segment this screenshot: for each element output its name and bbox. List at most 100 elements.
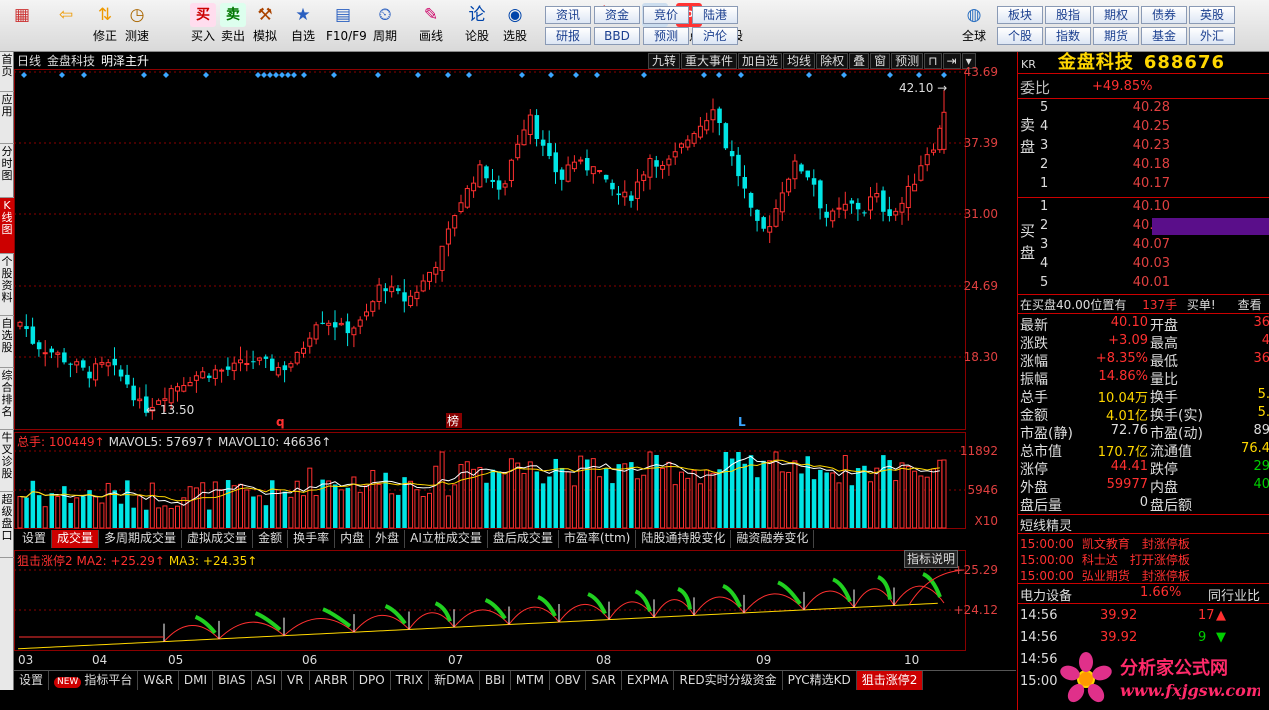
indicator-tab-0[interactable]: 设置 [17,530,53,548]
indicator-tab-1[interactable]: 成交量 [52,530,100,548]
indicator-tab-8[interactable]: AI立桩成交量 [405,530,488,548]
lock-icon[interactable]: ⊓ [924,53,942,69]
chart-top-button-3[interactable]: 均线 [783,53,816,69]
market-link-4[interactable]: 英股 [1189,6,1235,24]
bottom-tab-13[interactable]: OBV [550,671,587,690]
arrow-right-icon[interactable]: ⇥ [942,53,961,69]
toolbar-6-button[interactable]: ⚒ 模拟 [248,3,282,49]
market-link-0[interactable]: 个股 [997,27,1043,45]
ask-row[interactable]: 2 40.18 [1036,156,1269,174]
market-link-2[interactable]: 期货 [1093,27,1139,45]
indicator-tab-4[interactable]: 金额 [253,530,289,548]
quick-link-item[interactable]: 资金 [594,6,640,24]
bottom-tab-12[interactable]: MTM [511,671,550,690]
leftnav-item-8[interactable]: 超级盘口 [0,492,14,558]
bottom-tab-15[interactable]: EXPMA [622,671,675,690]
toolbar-10-button[interactable]: ✎ 画线 [414,3,448,49]
bid-row[interactable]: 4 40.03 [1036,255,1269,273]
market-link-1[interactable]: 股指 [1045,6,1091,24]
leftnav-item-3[interactable]: K线图 [0,198,14,254]
leftnav-item-5[interactable]: 自选股 [0,316,14,368]
chart-top-button-7[interactable]: 预测 [891,53,924,69]
bottom-tab-16[interactable]: RED实时分级资金 [674,671,783,690]
indicator-tab-6[interactable]: 内盘 [335,530,371,548]
bottom-tab-7[interactable]: ARBR [310,671,354,690]
chart-top-button-6[interactable]: 窗 [870,53,891,69]
indicator-tab-2[interactable]: 多周期成交量 [99,530,183,548]
chart-top-button-1[interactable]: 重大事件 [681,53,738,69]
sector-peer[interactable]: 同行业比 [1208,585,1260,604]
leftnav-item-7[interactable]: 牛叉诊股 [0,430,14,492]
indicator-help-button[interactable]: 指标说明 [904,550,958,568]
bottom-tab-18[interactable]: 狙击涨停2 [856,671,924,690]
market-link-2[interactable]: 期权 [1093,6,1139,24]
indicator-tab-12[interactable]: 融资融券变化 [731,530,815,548]
toolbar-4-button[interactable]: 买买入 [186,3,220,49]
position-view-link[interactable]: 查看 [1238,298,1262,312]
bottom-tab-5[interactable]: ASI [252,671,283,690]
ask-row[interactable]: 4 40.25 [1036,118,1269,136]
bottom-tab-8[interactable]: DPO [354,671,391,690]
quick-link-item[interactable]: 沪伦 [692,27,738,45]
chart-top-button-2[interactable]: 加自选 [738,53,783,69]
market-link-4[interactable]: 外汇 [1189,27,1235,45]
quick-link-item[interactable]: 研报 [545,27,591,45]
chart-top-button-4[interactable]: 除权 [816,53,849,69]
toolbar-5-button[interactable]: 卖卖出 [216,3,250,49]
market-link-0[interactable]: 板块 [997,6,1043,24]
ask-row[interactable]: 3 40.23 [1036,137,1269,155]
toolbar-11-button[interactable]: 论论股 [460,3,494,49]
quick-link-item[interactable]: 预测 [643,27,689,45]
bottom-tab-11[interactable]: BBI [480,671,511,690]
quick-link-item[interactable]: 陆港 [692,6,738,24]
toolbar-12-button[interactable]: ◉ 选股 [498,3,532,49]
kline-svg[interactable]: 42.10 → ← 13.50 q 榜 L [14,52,1016,690]
chart-top-button-5[interactable]: 叠 [849,53,870,69]
toolbar-7-button[interactable]: ★ 自选 [286,3,320,49]
toolbar-8-button[interactable]: ▤ F10/F9 [326,3,367,49]
bottom-tab-6[interactable]: VR [282,671,310,690]
indicator-tab-9[interactable]: 盘后成交量 [488,530,559,548]
bid-row[interactable]: 5 40.01 [1036,274,1269,292]
bid-row[interactable]: 1 40.10 [1036,198,1269,216]
global-button[interactable]: ◍ 全球 [955,3,993,49]
elf-row[interactable]: 15:00:00 弘业期货 封涨停板 [1020,567,1190,584]
leftnav-item-0[interactable]: 首页 [0,52,14,92]
indicator-tab-7[interactable]: 外盘 [370,530,406,548]
indicator-tab-3[interactable]: 虚拟成交量 [182,530,254,548]
grid-button[interactable]: ▦ [4,3,40,49]
elf-row[interactable]: 15:00:00 凯文教育 封涨停板 [1020,535,1190,552]
leftnav-item-6[interactable]: 综合排名 [0,368,14,430]
toolbar-3-button[interactable]: ◷ 测速 [120,3,154,49]
indicator-tab-11[interactable]: 陆股通持股变化 [636,530,732,548]
leftnav-item-1[interactable]: 应用 [0,92,14,144]
leftnav-item-2[interactable]: 分时图 [0,144,14,198]
elf-row[interactable]: 15:00:00 科士达 打开涨停板 [1020,551,1190,568]
bottom-tab-17[interactable]: PYC精选KD [783,671,857,690]
ask-row[interactable]: 5 40.28 [1036,99,1269,117]
quick-link-item[interactable]: 资讯 [545,6,591,24]
bottom-tab-3[interactable]: DMI [179,671,214,690]
ask-row[interactable]: 1 40.17 [1036,175,1269,193]
bid-row[interactable]: 3 40.07 [1036,236,1269,254]
market-link-1[interactable]: 指数 [1045,27,1091,45]
back-arrow-button[interactable]: ⇦ [48,3,84,49]
indicator-tab-5[interactable]: 换手率 [288,530,336,548]
bottom-tab-4[interactable]: BIAS [213,671,252,690]
kline-chart-area[interactable]: 42.10 → ← 13.50 q 榜 L 日线 金盘科技 明泽主升 九转 重大事件 加自选 均线… [14,52,1016,690]
chart-top-button-0[interactable]: 九转 [648,53,681,69]
leftnav-item-4[interactable]: 个股资料 [0,254,14,316]
bottom-tab-0[interactable]: 设置 [14,671,50,690]
bottom-tab-9[interactable]: TRIX [391,671,430,690]
market-link-3[interactable]: 债券 [1141,6,1187,24]
toolbar-2-button[interactable]: ⇅ 修正 [88,3,122,49]
bottom-tab-10[interactable]: 新DMA [429,671,480,690]
bottom-tab-14[interactable]: SAR [586,671,622,690]
bottom-tab-1[interactable]: NEW 指标平台 [49,671,139,690]
toolbar-9-button[interactable]: ⏲ 周期 [368,3,402,49]
indicator-tab-10[interactable]: 市盈率(ttm) [559,530,637,548]
quick-link-bbd[interactable]: BBD [594,27,640,45]
market-link-3[interactable]: 基金 [1141,27,1187,45]
bottom-tab-2[interactable]: W&R [138,671,179,690]
quick-link-item[interactable]: 竞价 [643,6,689,24]
